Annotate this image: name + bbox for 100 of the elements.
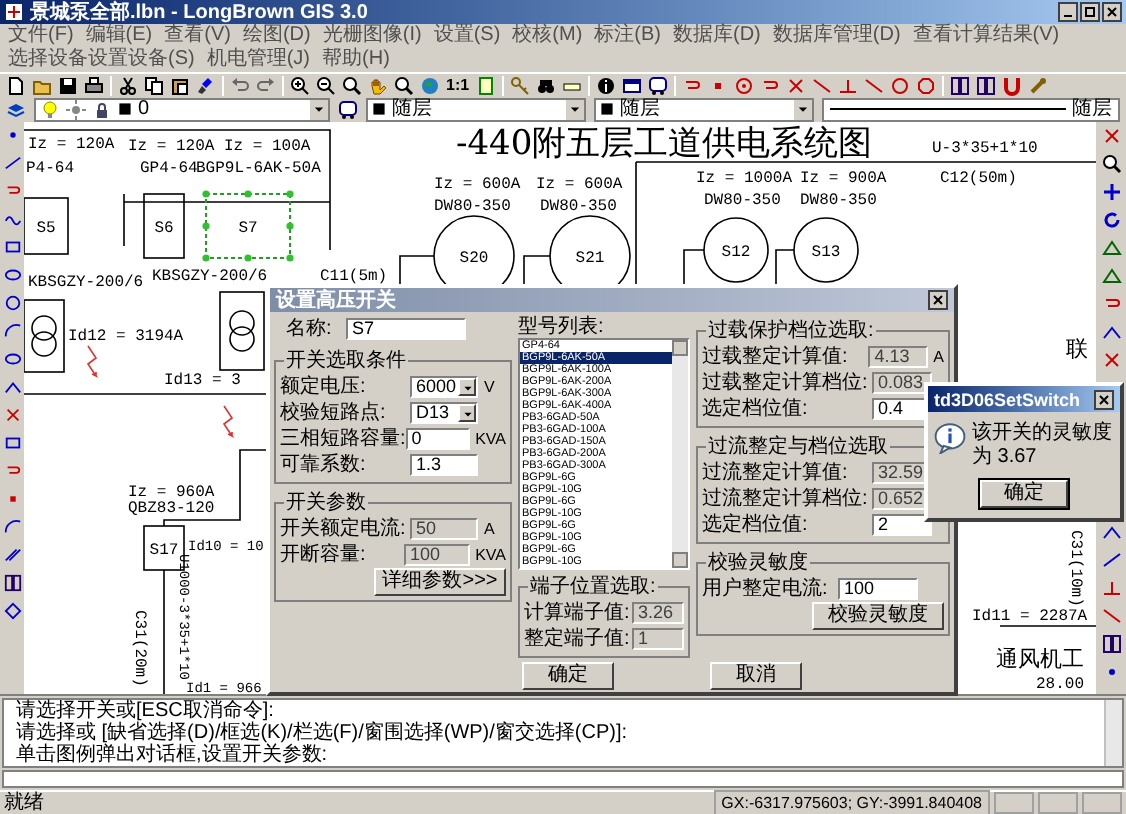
- selection-handle[interactable]: [202, 254, 210, 262]
- breaker-circle[interactable]: [793, 217, 859, 283]
- input-field[interactable]: 0: [405, 428, 470, 450]
- brush-icon[interactable]: [196, 75, 216, 95]
- grid-icon[interactable]: [975, 75, 996, 95]
- rotate-icon[interactable]: [1101, 210, 1121, 230]
- scrollbar[interactable]: [672, 340, 688, 568]
- page-icon[interactable]: [475, 75, 496, 95]
- selection-handle[interactable]: [286, 190, 294, 198]
- close-icon[interactable]: [928, 290, 948, 310]
- octagon-icon[interactable]: [915, 75, 936, 95]
- target-icon[interactable]: [733, 75, 754, 95]
- close-icon[interactable]: [1094, 389, 1114, 409]
- switch-outline[interactable]: [24, 197, 69, 255]
- cross-icon[interactable]: [1101, 126, 1121, 146]
- minimize-icon[interactable]: [1058, 2, 1078, 22]
- menu-item[interactable]: 光栅图像(I): [322, 24, 422, 48]
- diagonal-line-icon[interactable]: [1101, 606, 1121, 626]
- cross-icon[interactable]: [785, 75, 806, 95]
- model-list[interactable]: [518, 338, 690, 570]
- info-icon[interactable]: [595, 75, 616, 95]
- selection-handle[interactable]: [244, 190, 252, 198]
- menu-item[interactable]: 机电管理(J): [206, 48, 311, 72]
- redo-icon[interactable]: [256, 75, 276, 95]
- transformer-symbol[interactable]: [219, 291, 265, 371]
- magnifier-icon[interactable]: [342, 75, 362, 95]
- selection-handle[interactable]: [244, 254, 252, 262]
- window-icon[interactable]: [621, 75, 642, 95]
- layers-icon[interactable]: [6, 99, 26, 119]
- magnifier-icon[interactable]: [394, 75, 414, 95]
- caret-icon[interactable]: [3, 378, 21, 396]
- input-field[interactable]: 1.3: [410, 454, 478, 476]
- linetype-dropdown[interactable]: 随层: [594, 97, 814, 121]
- diagonal-line-icon[interactable]: [811, 75, 832, 95]
- input-field[interactable]: S7: [346, 318, 466, 340]
- wave-icon[interactable]: [3, 210, 21, 228]
- magnifier-icon[interactable]: [1101, 154, 1121, 174]
- bus-icon[interactable]: [647, 75, 668, 95]
- switch-outline[interactable]: [143, 193, 185, 259]
- save-icon[interactable]: [58, 75, 78, 95]
- selection-handle[interactable]: [202, 222, 210, 230]
- menu-item[interactable]: 编辑(E): [85, 24, 153, 48]
- scrollbar[interactable]: [1104, 700, 1122, 766]
- close-icon[interactable]: [1102, 2, 1122, 22]
- color-dropdown[interactable]: 随层: [366, 97, 586, 121]
- breaker-circle[interactable]: [703, 217, 769, 283]
- angle-icon[interactable]: [1101, 522, 1121, 542]
- command-input[interactable]: [2, 770, 1124, 788]
- menu-item[interactable]: 帮助(H): [322, 48, 390, 72]
- lineweight-dropdown[interactable]: 随层: [822, 97, 1120, 121]
- dropdown[interactable]: 6000: [410, 376, 478, 398]
- menu-item[interactable]: 标注(B): [594, 24, 661, 48]
- cancel-button[interactable]: 取消: [710, 662, 802, 690]
- details-button[interactable]: 详细参数>>>: [374, 568, 506, 596]
- menu-item[interactable]: 数据库管理(D): [772, 24, 901, 48]
- perpendicular-icon[interactable]: [837, 75, 858, 95]
- binoculars-icon[interactable]: [535, 75, 556, 95]
- double-line-icon[interactable]: [3, 546, 21, 564]
- transformer-symbol[interactable]: [24, 299, 65, 373]
- diagonal-line-icon[interactable]: [863, 75, 884, 95]
- hook-icon[interactable]: [3, 182, 21, 200]
- arc-icon[interactable]: [3, 518, 21, 536]
- zoom-in-icon[interactable]: [290, 75, 310, 95]
- circle-icon[interactable]: [889, 75, 910, 95]
- ellipse-icon[interactable]: [3, 266, 21, 284]
- diamond-icon[interactable]: [3, 602, 21, 620]
- hand-icon[interactable]: [368, 75, 388, 95]
- perpendicular-icon[interactable]: [1101, 578, 1121, 598]
- dropdown[interactable]: D13: [410, 402, 478, 424]
- menu-item[interactable]: 文件(F): [8, 24, 74, 48]
- menu-item[interactable]: 设置(S): [433, 24, 501, 48]
- selection-handle[interactable]: [286, 222, 294, 230]
- input-field[interactable]: 100: [838, 578, 918, 600]
- new-file-icon[interactable]: [6, 75, 26, 95]
- grid-icon[interactable]: [949, 75, 970, 95]
- selected-switch-outline[interactable]: [205, 193, 291, 259]
- menu-item[interactable]: 查看(V): [164, 24, 231, 48]
- zoom-out-icon[interactable]: [316, 75, 336, 95]
- ellipse-icon[interactable]: [3, 350, 21, 368]
- grid-icon[interactable]: [1101, 634, 1121, 654]
- key-icon[interactable]: [509, 75, 530, 95]
- menu-item[interactable]: 绘图(D): [242, 24, 311, 48]
- maximize-icon[interactable]: [1080, 2, 1100, 22]
- printer-icon[interactable]: [84, 75, 104, 95]
- layer-tool-icon[interactable]: [338, 99, 358, 119]
- selection-handle[interactable]: [286, 254, 294, 262]
- menu-item[interactable]: 数据库(D): [673, 24, 761, 48]
- rectangle-icon[interactable]: [3, 434, 21, 452]
- ok-button[interactable]: 确定: [522, 662, 614, 690]
- magnet-icon[interactable]: [1001, 75, 1022, 95]
- angle-icon[interactable]: [1101, 322, 1121, 342]
- check-button[interactable]: 校验灵敏度: [812, 602, 944, 630]
- menu-item[interactable]: 查看计算结果(V): [912, 24, 1060, 48]
- input-field[interactable]: 2: [872, 514, 932, 536]
- ratio-button[interactable]: 1:1: [446, 75, 470, 95]
- move-icon[interactable]: [1101, 182, 1121, 202]
- arc-icon[interactable]: [3, 322, 21, 340]
- hook-icon[interactable]: [3, 462, 21, 480]
- ok-button[interactable]: 确定: [980, 480, 1068, 508]
- menu-item[interactable]: 校核(M): [512, 24, 583, 48]
